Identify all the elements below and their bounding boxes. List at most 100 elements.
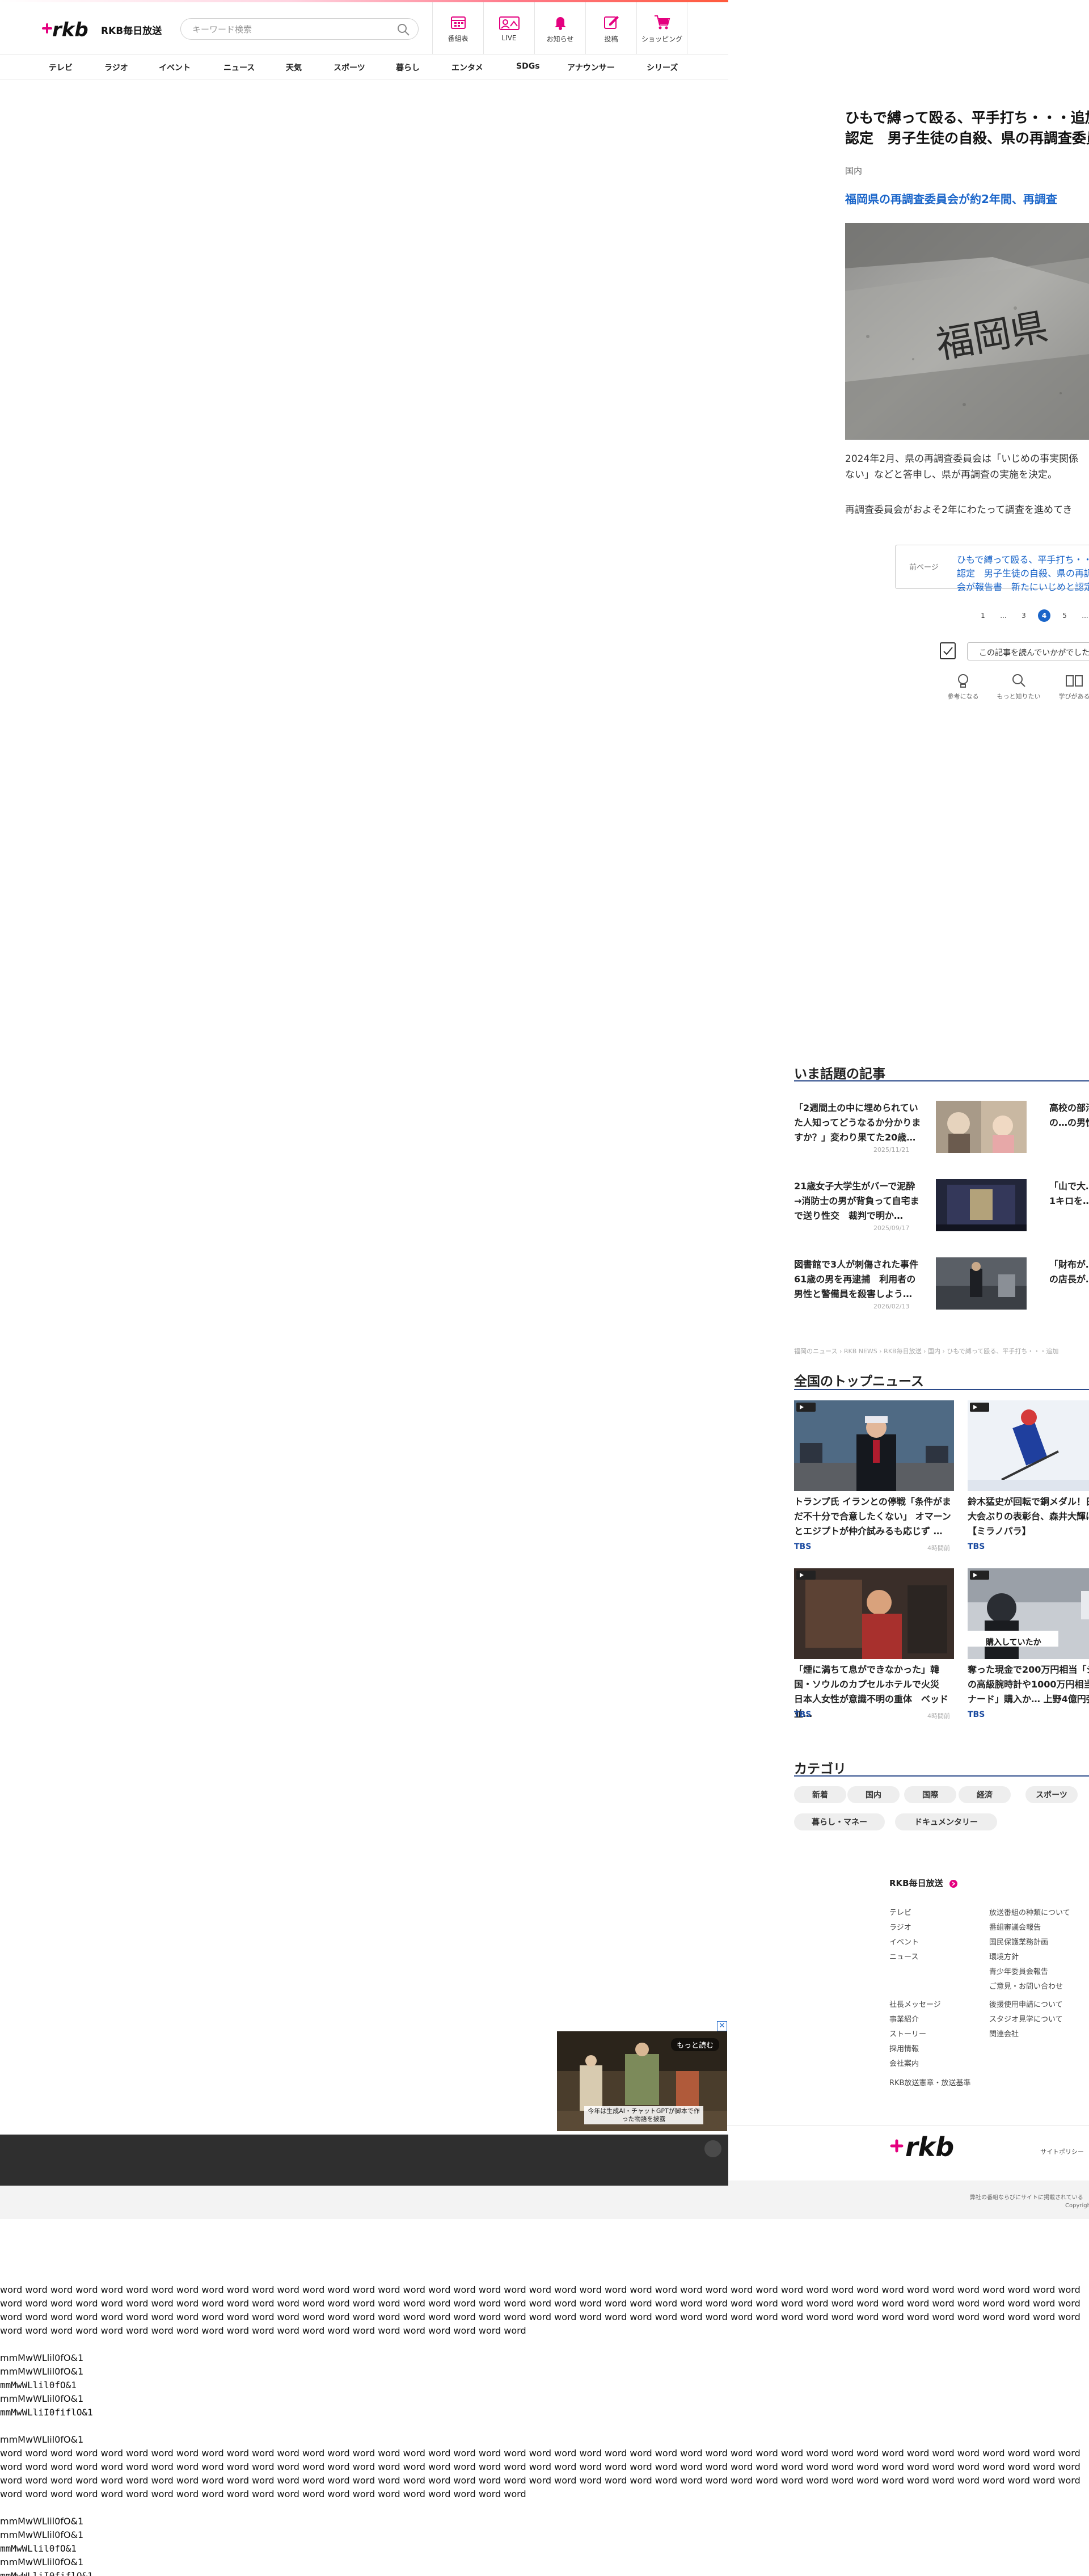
live-tv-icon bbox=[499, 16, 520, 30]
nav-notifications[interactable]: お知らせ bbox=[534, 2, 585, 54]
categories-heading: カテゴリ bbox=[794, 1762, 846, 1777]
bottom-ad-bar[interactable] bbox=[0, 2135, 728, 2186]
cat-announcer[interactable]: アナウンサー bbox=[567, 62, 615, 73]
footer-link[interactable]: 社長メッセージ bbox=[889, 1998, 941, 2009]
page-5[interactable]: 5 bbox=[1054, 609, 1075, 622]
filler-mono-line: mmMwWLlil0fO&1 bbox=[0, 2352, 84, 2363]
page-ellipsis-2: ... bbox=[1082, 612, 1088, 620]
article-title-line1: ひもで縛って殴る、平手打ち・・・追加 bbox=[845, 110, 1089, 126]
post-icon bbox=[603, 15, 619, 29]
news-card-source: TBS bbox=[968, 1542, 985, 1551]
video-ad-more-button[interactable]: もっと読む bbox=[670, 2038, 719, 2051]
cat-entertainment[interactable]: エンタメ bbox=[451, 62, 483, 73]
reaction-helpful-label: 参考になる bbox=[947, 693, 979, 700]
cat-life[interactable]: 暮らし bbox=[396, 62, 420, 73]
video-ad-caption: 今年は生成AI・チャットGPTが脚本で作った物語を披露 bbox=[584, 2106, 703, 2124]
footer-link[interactable]: 採用情報 bbox=[889, 2043, 919, 2053]
footer-link[interactable]: 青少年委員会報告 bbox=[989, 1965, 1048, 1976]
trending-item[interactable]: 21歳女子大学生がバーで泥酔→消防士の男が背負って自宅まで送り性交 裁判で明か…… bbox=[794, 1179, 1089, 1246]
category-chip-domestic[interactable]: 国内 bbox=[847, 1786, 900, 1803]
cat-tv[interactable]: テレビ bbox=[49, 62, 73, 73]
footer-link[interactable]: 番組審議会報告 bbox=[989, 1921, 1041, 1932]
footer-link[interactable]: テレビ bbox=[889, 1906, 911, 1917]
footer-logo[interactable]: rkb bbox=[888, 2129, 956, 2165]
page-1[interactable]: 1 bbox=[973, 609, 993, 622]
category-chip-new[interactable]: 新着 bbox=[794, 1786, 846, 1803]
header-nav: 番組表 LIVE お知らせ 投稿 ショッピング bbox=[432, 2, 687, 54]
feedback-button[interactable]: この記事を読んでいかがでしたか？ bbox=[967, 642, 1089, 660]
prev-page-title: ひもで縛って殴る、平手打ち・・・追加認定 男子生徒の自殺、県の再調査委員会が報告… bbox=[957, 554, 1089, 592]
article-paragraph2: 再調査委員会がおよそ2年にわたって調査を進めてき bbox=[845, 504, 1073, 516]
category-chip-life-money[interactable]: 暮らし・マネー bbox=[794, 1813, 885, 1830]
cat-radio[interactable]: ラジオ bbox=[104, 62, 128, 73]
prev-page-link[interactable]: 前ページ ひもで縛って殴る、平手打ち・・・追加認定 男子生徒の自殺、県の再調査委… bbox=[895, 545, 1089, 592]
reaction-learned[interactable]: 学びがある bbox=[1050, 672, 1089, 701]
news-card-time: 4時間前 bbox=[927, 1712, 950, 1720]
svg-text:rkb: rkb bbox=[52, 19, 88, 41]
footer-link[interactable]: 国民保護業務計画 bbox=[989, 1936, 1048, 1947]
copyright-band bbox=[0, 2181, 1089, 2219]
trending-item[interactable]: 「2週間土の中に埋められていた人知ってどうなるか分かりますか？」変わり果てた20… bbox=[794, 1101, 1089, 1168]
footer-link[interactable]: スタジオ見学について bbox=[989, 2013, 1063, 2024]
footer-link[interactable]: 事業紹介 bbox=[889, 2013, 919, 2024]
reaction-want-more[interactable]: もっと知りたい bbox=[994, 672, 1043, 701]
footer-link[interactable]: ご意見・お問い合わせ bbox=[989, 1980, 1063, 1991]
category-chip-international[interactable]: 国際 bbox=[904, 1786, 956, 1803]
news-card-image bbox=[968, 1400, 1089, 1491]
video-badge-icon bbox=[796, 1403, 816, 1412]
footer-link[interactable]: ストーリー bbox=[889, 2028, 926, 2039]
copyright-text: Copyright bbox=[1065, 2203, 1089, 2209]
nav-live[interactable]: LIVE bbox=[483, 2, 534, 54]
trending-underline bbox=[794, 1080, 1089, 1081]
trending-item-date: 2025/11/21 bbox=[873, 1146, 910, 1154]
reaction-helpful[interactable]: 参考になる bbox=[939, 672, 987, 701]
nav-post-label: 投稿 bbox=[604, 35, 618, 43]
trending-item[interactable]: 図書館で3人が刺傷された事件61歳の男を再逮捕 利用者の男性と警備員を殺害しよう… bbox=[794, 1257, 1089, 1324]
cat-series[interactable]: シリーズ bbox=[647, 62, 678, 73]
category-chip-sports[interactable]: スポーツ bbox=[1025, 1786, 1078, 1803]
book-icon bbox=[1066, 675, 1083, 687]
search-box[interactable] bbox=[180, 18, 419, 40]
nav-schedule[interactable]: 番組表 bbox=[432, 2, 483, 54]
search-icon[interactable] bbox=[396, 23, 410, 39]
search-input[interactable] bbox=[192, 24, 385, 35]
category-chip-economy[interactable]: 経済 bbox=[959, 1786, 1011, 1803]
brand-name[interactable]: RKB毎日放送 bbox=[101, 23, 162, 37]
breadcrumb[interactable]: 福岡のニュース › RKB NEWS › RKB毎日放送 › 国内 › ひもで縛… bbox=[794, 1346, 1058, 1356]
page-3[interactable]: 3 bbox=[1014, 609, 1034, 622]
ad-close-icon[interactable] bbox=[704, 2140, 721, 2157]
nav-shopping-label: ショッピング bbox=[641, 35, 682, 43]
category-chip-documentary[interactable]: ドキュメンタリー bbox=[895, 1813, 997, 1830]
cart-icon bbox=[655, 15, 670, 29]
video-ad[interactable]: もっと読む 今年は生成AI・チャットGPTが脚本で作った物語を披露 bbox=[557, 2031, 727, 2131]
footer-heading-text: RKB毎日放送 bbox=[889, 1878, 943, 1888]
footer-link[interactable]: ラジオ bbox=[889, 1921, 911, 1932]
footer-link[interactable]: 後援使用申請について bbox=[989, 1998, 1063, 2009]
footer-link[interactable]: イベント bbox=[889, 1936, 919, 1947]
trending-item-thumbnail bbox=[936, 1179, 1027, 1231]
footer-link[interactable]: ニュース bbox=[889, 1951, 918, 1962]
cat-weather[interactable]: 天気 bbox=[286, 62, 302, 73]
footer-link[interactable]: 関連会社 bbox=[989, 2028, 1019, 2039]
cat-event[interactable]: イベント bbox=[159, 62, 191, 73]
page-4-current[interactable]: 4 bbox=[1038, 609, 1050, 622]
news-card-image: 購入していたか bbox=[968, 1568, 1089, 1659]
nav-shopping[interactable]: ショッピング bbox=[636, 2, 687, 54]
filler-mono-line: mmMwWLlil0fO&1 bbox=[0, 2434, 84, 2445]
cat-sports[interactable]: スポーツ bbox=[334, 62, 365, 73]
video-ad-close-button[interactable]: ✕ bbox=[717, 2021, 727, 2031]
cat-news[interactable]: ニュース bbox=[223, 62, 255, 73]
cat-sdgs[interactable]: SDGs bbox=[516, 62, 540, 71]
rkb-logo-mark: rkb bbox=[42, 19, 88, 41]
footer-link[interactable]: RKB放送憲章・放送基準 bbox=[889, 2077, 970, 2087]
article-tag[interactable]: 国内 bbox=[845, 165, 862, 176]
footer-heading[interactable]: RKB毎日放送 bbox=[889, 1877, 957, 1889]
footer-link[interactable]: 環境方針 bbox=[989, 1951, 1019, 1962]
news-card-title: 鈴木猛史が回転で銅メダル！日本勢で3大会ぶりの表彰台、森井大輝は5位入賞【ミラノ… bbox=[968, 1496, 1089, 1537]
prev-page-label: 前ページ bbox=[909, 563, 939, 572]
footer-link[interactable]: 放送番組の种類について bbox=[989, 1906, 1070, 1917]
footer-link[interactable]: 会社案内 bbox=[889, 2057, 919, 2068]
rkb-logo[interactable]: rkb bbox=[40, 15, 88, 42]
site-policy-link[interactable]: サイトポリシー bbox=[1040, 2147, 1084, 2156]
nav-post[interactable]: 投稿 bbox=[585, 2, 636, 54]
